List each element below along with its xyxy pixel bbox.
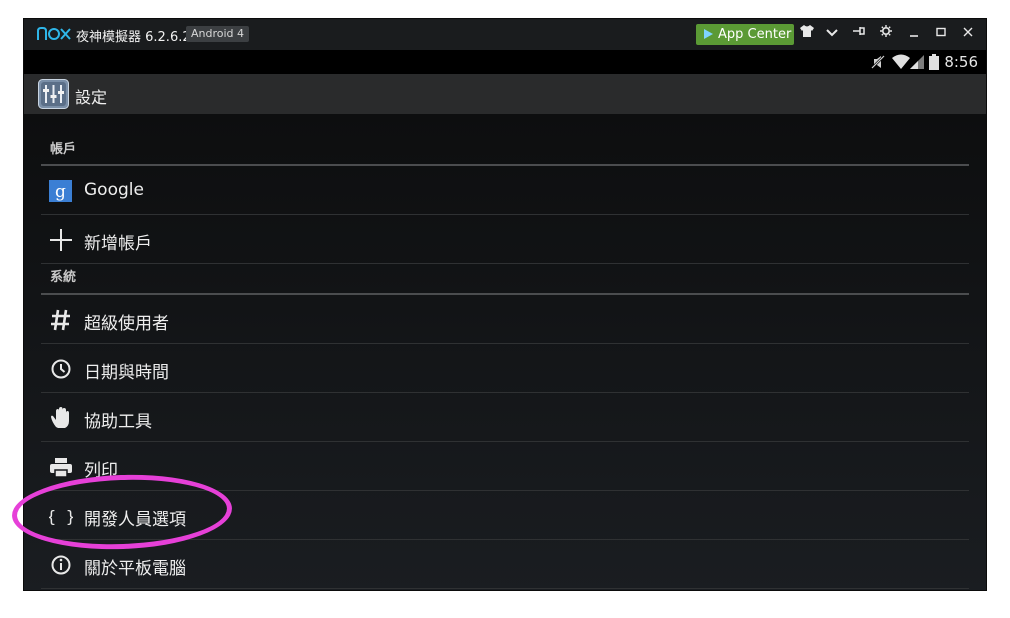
list-item-superuser[interactable]: 超級使用者 [41, 295, 969, 344]
svg-text:g: g [55, 182, 66, 202]
cut-off-list-item[interactable] [50, 114, 64, 122]
hand-icon [51, 407, 69, 428]
list-item-date-time[interactable]: 日期與時間 [41, 344, 969, 393]
list-item-accessibility[interactable]: 協助工具 [41, 393, 969, 442]
mute-icon [871, 55, 885, 69]
app-center-label: App Center [718, 27, 792, 42]
google-icon: g [49, 180, 72, 202]
status-time: 8:56 [944, 53, 978, 71]
battery-icon [929, 54, 939, 70]
app-center-button[interactable]: App Center [696, 24, 794, 45]
list-item-label: 日期與時間 [84, 363, 169, 383]
clock-icon [51, 359, 71, 379]
signal-icon [910, 55, 924, 69]
printer-icon [50, 458, 72, 478]
minimize-icon[interactable] [905, 25, 923, 43]
info-icon [51, 555, 71, 575]
plus-icon [50, 229, 72, 251]
close-icon[interactable] [959, 25, 977, 43]
chevron-down-icon[interactable] [823, 25, 841, 43]
nox-logo-icon [37, 27, 71, 40]
gear-icon[interactable] [877, 25, 895, 43]
section-header-system: 系統 [41, 264, 969, 295]
settings-app-icon[interactable] [38, 79, 69, 109]
emulator-titlebar: 夜神模擬器 6.2.6.2 Android 4 App Center [24, 19, 986, 50]
list-item-google[interactable]: g Google [41, 166, 969, 215]
settings-actionbar: 設定 [24, 74, 986, 114]
page-title: 設定 [75, 88, 108, 107]
wifi-icon [892, 54, 910, 69]
android-version-badge: Android 4 [186, 26, 250, 42]
play-icon [704, 29, 713, 39]
pin-icon[interactable] [850, 25, 868, 43]
list-item-label: 協助工具 [84, 412, 152, 432]
list-item-add-account[interactable]: 新增帳戶 [41, 215, 969, 264]
list-item-label: Google [84, 180, 144, 200]
hash-icon [51, 309, 70, 331]
app-title: 夜神模擬器 6.2.6.2 [76, 30, 191, 45]
maximize-icon[interactable] [932, 25, 950, 43]
shirt-icon[interactable] [798, 25, 816, 43]
android-statusbar: 8:56 [24, 50, 986, 74]
list-item-about-tablet[interactable]: 關於平板電腦 [41, 540, 969, 589]
list-item-label: 關於平板電腦 [84, 559, 186, 579]
list-item-label: 新增帳戶 [84, 234, 152, 254]
list-item-label: 超級使用者 [84, 314, 169, 334]
section-header-accounts: 帳戶 [41, 137, 969, 166]
